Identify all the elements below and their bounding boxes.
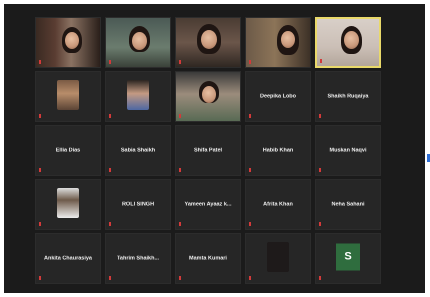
participant-name: Mamta Kumari [189,255,227,262]
muted-mic-icon [319,114,321,118]
participant-name: Neha Sahani [331,201,365,208]
participant-tile[interactable]: Neha Sahani [315,179,381,230]
participant-name: Tahrim Shaikh... [116,255,160,262]
participant-tile[interactable]: Shifa Patel [175,125,241,176]
participant-name: Habib Khan [262,147,294,154]
participant-tile[interactable] [105,17,171,68]
muted-mic-icon [249,168,251,172]
participant-face [65,32,79,49]
participant-video [36,18,100,67]
muted-mic-icon [179,114,181,118]
participant-tile[interactable] [315,17,381,68]
muted-mic-icon [179,60,181,64]
muted-mic-icon [179,168,181,172]
participant-tile[interactable] [175,17,241,68]
muted-mic-icon [109,168,111,172]
muted-mic-icon [109,222,111,226]
participant-tile[interactable]: Ankita Chaurasiya [35,233,101,284]
participant-name: Shaikh Ruqaiya [327,93,369,100]
muted-mic-icon [320,59,322,63]
muted-mic-icon [249,60,251,64]
participant-video [176,72,240,121]
participant-video [317,19,379,66]
muted-mic-icon [249,114,251,118]
muted-mic-icon [39,222,41,226]
participant-tile[interactable] [245,17,311,68]
participant-name: Sabia Shaikh [120,147,156,154]
participant-name: Ankita Chaurasiya [44,255,92,262]
muted-mic-icon [179,222,181,226]
participant-name: Deepika Lobo [259,93,297,100]
participant-tile[interactable]: Yameen Ayaaz k... [175,179,241,230]
participant-tile[interactable]: Shaikh Ruqaiya [315,71,381,122]
profile-picture [267,241,289,272]
participant-tile[interactable]: S [315,233,381,284]
participant-face [132,32,147,50]
participant-tile[interactable]: Habib Khan [245,125,311,176]
muted-mic-icon [109,276,111,280]
muted-mic-icon [39,60,41,64]
participant-face [202,86,216,103]
participant-tile[interactable] [35,71,101,122]
participant-name: Shifa Patel [193,147,223,154]
participant-video [106,18,170,67]
participant-video [246,18,310,67]
participant-name: Muskan Naqvi [329,147,367,154]
participant-tile[interactable] [245,233,311,284]
participant-tile[interactable]: ROLI SINGH [105,179,171,230]
participant-tile[interactable] [35,179,101,230]
profile-picture [57,187,79,218]
participant-name: Ellia Dias [55,147,81,154]
participant-tile[interactable] [105,71,171,122]
muted-mic-icon [249,276,251,280]
muted-mic-icon [249,222,251,226]
participant-face [201,30,217,49]
participant-face [281,31,295,48]
participant-face [344,31,359,49]
muted-mic-icon [319,276,321,280]
muted-mic-icon [319,222,321,226]
participant-tile[interactable]: Deepika Lobo [245,71,311,122]
participant-name: ROLI SINGH [121,201,155,208]
gallery-grid: Deepika Lobo Shaikh Ruqaiya Ellia Dias Sabi… [35,17,385,285]
profile-picture [127,79,149,110]
participant-tile[interactable]: Afrita Khan [245,179,311,230]
muted-mic-icon [109,114,111,118]
muted-mic-icon [39,276,41,280]
participant-tile[interactable]: Ellia Dias [35,125,101,176]
muted-mic-icon [109,60,111,64]
muted-mic-icon [319,168,321,172]
participant-tile[interactable]: Sabia Shaikh [105,125,171,176]
participant-tile[interactable]: Mamta Kumari [175,233,241,284]
participant-video [176,18,240,67]
meeting-window: Deepika Lobo Shaikh Ruqaiya Ellia Dias Sabi… [4,4,430,293]
participant-tile[interactable] [35,17,101,68]
participant-tile[interactable] [175,71,241,122]
avatar: S [336,243,360,271]
participant-tile[interactable]: Muskan Naqvi [315,125,381,176]
participant-name: Yameen Ayaaz k... [184,201,232,208]
muted-mic-icon [39,168,41,172]
muted-mic-icon [39,114,41,118]
participant-name: Afrita Khan [263,201,293,208]
participant-tile[interactable]: Tahrim Shaikh... [105,233,171,284]
profile-picture [57,79,79,110]
muted-mic-icon [179,276,181,280]
